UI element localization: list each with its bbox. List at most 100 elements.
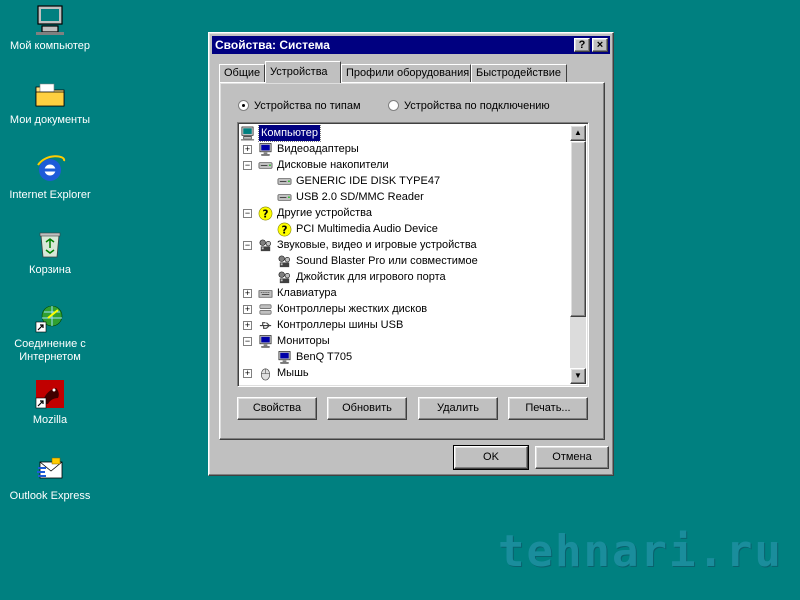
expand-icon[interactable]: +: [243, 369, 252, 378]
collapse-icon[interactable]: −: [243, 161, 252, 170]
device-tree[interactable]: Компьютер + Видеоадаптеры − Дисковые накопит…: [237, 122, 589, 387]
sound-icon: [277, 254, 293, 268]
device-tree-item[interactable]: + Контроллеры жестких дисков: [240, 301, 571, 317]
collapse-icon[interactable]: −: [243, 209, 252, 218]
scroll-thumb[interactable]: [570, 141, 586, 317]
close-button[interactable]: ×: [592, 38, 608, 52]
device-tree-item[interactable]: Компьютер: [240, 125, 571, 142]
device-tree-item[interactable]: − Звуковые, видео и игровые устройства: [240, 237, 571, 253]
tab-general[interactable]: Общие: [219, 64, 265, 82]
my-computer-icon: [34, 4, 66, 36]
port-icon: [258, 382, 274, 384]
expand-icon[interactable]: +: [243, 289, 252, 298]
remove-button[interactable]: Удалить: [418, 397, 498, 420]
sound-icon: [277, 270, 293, 284]
folder-icon: [34, 78, 66, 110]
help-button[interactable]: ?: [574, 38, 590, 52]
device-tree-item[interactable]: +Порты COM и LPT: [240, 381, 571, 384]
device-tree-item[interactable]: Джойстик для игрового порта: [240, 269, 571, 285]
device-tree-label: Контроллеры жестких дисков: [277, 303, 428, 315]
device-tree-label: Джойстик для игрового порта: [296, 271, 446, 283]
sound-icon: [258, 238, 274, 252]
desktop-icon-internet-explorer[interactable]: Internet Explorer: [0, 153, 100, 202]
device-tree-label: BenQ T705: [296, 351, 353, 363]
properties-button[interactable]: Свойства: [237, 397, 317, 420]
disk-drive-icon: [258, 158, 274, 172]
vertical-scrollbar[interactable]: ▲ ▼: [570, 125, 586, 384]
radio-by-connection[interactable]: Устройства по подключению: [388, 99, 550, 113]
watermark: tehnari.ru: [498, 526, 783, 577]
device-tree-label: USB 2.0 SD/MMC Reader: [296, 191, 424, 203]
device-tree-item[interactable]: + Мышь: [240, 365, 571, 381]
tab-devices[interactable]: Устройства: [265, 61, 341, 83]
desktop-icon-my-computer[interactable]: Мой компьютер: [0, 4, 100, 53]
ok-button[interactable]: OK: [453, 445, 529, 470]
device-tree-label: GENERIC IDE DISK TYPE47: [296, 175, 441, 187]
title-bar[interactable]: Свойства: Система ? ×: [212, 36, 610, 54]
device-tree-label: Мониторы: [277, 335, 330, 347]
device-tree-item[interactable]: + Клавиатура: [240, 285, 571, 301]
question-icon: ?: [258, 206, 274, 221]
expand-icon[interactable]: +: [243, 321, 252, 330]
monitor-icon: [258, 334, 274, 348]
device-tree-label: Видеоадаптеры: [277, 143, 359, 155]
device-tree-item[interactable]: BenQ T705: [240, 349, 571, 365]
radio-by-type-circle[interactable]: [238, 100, 249, 111]
device-tree-item[interactable]: − Дисковые накопители: [240, 157, 571, 173]
keyboard-icon: [258, 286, 274, 300]
expand-icon[interactable]: +: [243, 305, 252, 314]
computer-icon: [240, 126, 256, 141]
radio-by-type-label: Устройства по типам: [254, 100, 361, 112]
internet-explorer-icon: [34, 153, 66, 185]
device-tree-label: Sound Blaster Pro или совместимое: [296, 255, 478, 267]
print-button[interactable]: Печать...: [508, 397, 588, 420]
disk-drive-icon: [277, 190, 293, 204]
device-tree-item[interactable]: + Видеоадаптеры: [240, 141, 571, 157]
desktop-icon-label: Internet Explorer: [9, 189, 91, 201]
device-tree-label: Звуковые, видео и игровые устройства: [277, 239, 477, 251]
device-tree-label: Порты COM и LPT: [277, 381, 371, 384]
device-tree-item[interactable]: −? Другие устройства: [240, 205, 571, 221]
scroll-down-button[interactable]: ▼: [570, 368, 586, 384]
radio-by-type[interactable]: Устройства по типам: [238, 99, 361, 113]
monitor-icon: [277, 350, 293, 364]
collapse-icon[interactable]: −: [243, 241, 252, 250]
collapse-icon[interactable]: −: [243, 337, 252, 346]
svg-text:?: ?: [263, 208, 269, 220]
cancel-button[interactable]: Отмена: [535, 446, 609, 469]
system-properties-window: Свойства: Система ? × Общие Устройства П…: [208, 32, 614, 476]
disk-drive-icon: [277, 174, 293, 188]
device-tree-list[interactable]: Компьютер + Видеоадаптеры − Дисковые накопит…: [240, 125, 571, 384]
outlook-express-icon: [34, 454, 66, 486]
device-tree-item[interactable]: + Контроллеры шины USB: [240, 317, 571, 333]
device-tree-item[interactable]: USB 2.0 SD/MMC Reader: [240, 189, 571, 205]
tab-hardware-profiles[interactable]: Профили оборудования: [341, 64, 471, 82]
device-tree-item[interactable]: GENERIC IDE DISK TYPE47: [240, 173, 571, 189]
desktop-icon-label: Outlook Express: [9, 490, 91, 502]
window-title: Свойства: Система: [215, 38, 330, 52]
desktop-icon-folder[interactable]: Мои документы: [0, 78, 100, 127]
desktop-icon-label: Соединение с Интернетом: [14, 338, 86, 363]
device-tree-item[interactable]: − Мониторы: [240, 333, 571, 349]
radio-by-connection-circle[interactable]: [388, 100, 399, 111]
tab-performance[interactable]: Быстродействие: [471, 64, 567, 82]
desktop-icon-mozilla[interactable]: Mozilla: [0, 378, 100, 427]
refresh-button[interactable]: Обновить: [327, 397, 407, 420]
mozilla-icon: [34, 378, 66, 410]
device-tree-item[interactable]: Sound Blaster Pro или совместимое: [240, 253, 571, 269]
device-tree-label: PCI Multimedia Audio Device: [296, 223, 438, 235]
question-icon: ?: [277, 222, 293, 237]
device-tree-item[interactable]: ? PCI Multimedia Audio Device: [240, 221, 571, 237]
desktop-icon-internet-connection[interactable]: Соединение с Интернетом: [0, 302, 100, 364]
device-tree-label: Компьютер: [258, 125, 321, 142]
svg-text:?: ?: [282, 224, 288, 236]
device-tree-label: Мышь: [277, 367, 309, 379]
radio-by-connection-label: Устройства по подключению: [404, 100, 550, 112]
desktop-icon-label: Корзина: [29, 264, 71, 276]
controller-icon: [258, 302, 274, 316]
expand-icon[interactable]: +: [243, 145, 252, 154]
scroll-up-button[interactable]: ▲: [570, 125, 586, 141]
device-tree-label: Дисковые накопители: [277, 159, 389, 171]
desktop-icon-outlook-express[interactable]: Outlook Express: [0, 454, 100, 503]
desktop-icon-recycle-bin[interactable]: Корзина: [0, 228, 100, 277]
